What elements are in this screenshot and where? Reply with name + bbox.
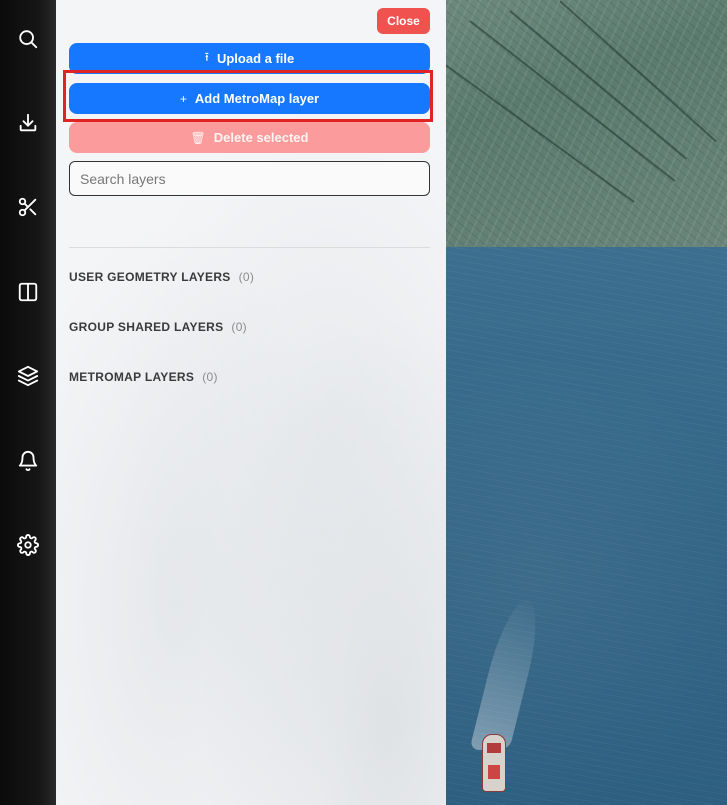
add-metromap-layer-button[interactable]: + Add MetroMap layer [69, 83, 430, 114]
split-view-icon[interactable] [10, 274, 46, 310]
upload-file-label: Upload a file [216, 51, 295, 66]
trash-icon: 🗑 [190, 130, 206, 145]
boat [482, 734, 506, 792]
search-icon[interactable] [10, 21, 46, 57]
section-label: USER GEOMETRY LAYERS [69, 270, 231, 284]
close-button-label: Close [387, 14, 420, 28]
layers-panel: Close ⭱ Upload a file + Add MetroMap lay… [56, 0, 446, 805]
map-tile-land [400, 0, 727, 247]
upload-file-button[interactable]: ⭱ Upload a file [69, 43, 430, 74]
section-label: GROUP SHARED LAYERS [69, 320, 224, 334]
gear-icon[interactable] [10, 527, 46, 563]
map-tile-water [400, 247, 727, 805]
delete-selected-button[interactable]: 🗑 Delete selected [69, 122, 430, 153]
section-label: METROMAP LAYERS [69, 370, 195, 384]
scissors-icon[interactable] [10, 189, 46, 225]
section-count: (0) [231, 320, 247, 334]
divider [69, 247, 430, 248]
section-count: (0) [202, 370, 218, 384]
section-count: (0) [238, 270, 255, 284]
download-icon[interactable] [10, 105, 46, 141]
plus-icon: + [179, 91, 187, 106]
bell-icon[interactable] [10, 443, 46, 479]
section-group-shared-layers[interactable]: GROUP SHARED LAYERS (0) [69, 320, 247, 334]
left-toolbar [0, 0, 56, 805]
section-user-geometry-layers[interactable]: USER GEOMETRY LAYERS (0) [69, 270, 254, 284]
add-metromap-layer-label: Add MetroMap layer [194, 91, 320, 106]
upload-icon: ⭱ [204, 50, 209, 64]
delete-selected-label: Delete selected [213, 130, 309, 145]
section-metromap-layers[interactable]: METROMAP LAYERS (0) [69, 370, 218, 384]
search-layers-input[interactable] [69, 161, 430, 196]
close-button[interactable]: Close [377, 8, 430, 34]
layers-icon[interactable] [10, 358, 46, 394]
